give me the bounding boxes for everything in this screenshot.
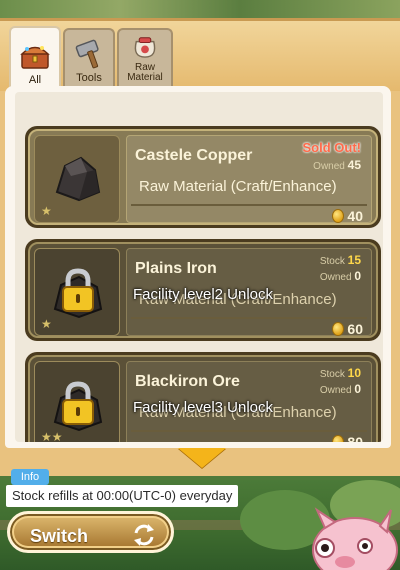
tab-tools[interactable]: Tools (63, 28, 115, 86)
hammer-icon (75, 39, 99, 69)
info-tag: Info (11, 469, 49, 485)
list-item-castele-copper[interactable]: ★ Castele Copper Sold Out! Owned 45 Raw … (25, 126, 381, 228)
pig-mascot-icon (312, 507, 398, 570)
stock-refill-info: Stock refills at 00:00(UTC-0) everyday (6, 485, 239, 507)
shop-panel: ★ Castele Copper Sold Out! Owned 45 Raw … (5, 86, 391, 448)
item-price: 60 (332, 321, 363, 336)
owned-count: Owned 0 (319, 269, 361, 283)
tab-raw-material[interactable]: Raw Material (117, 28, 173, 86)
stock-count: Stock 10 (319, 366, 361, 380)
tab-all[interactable]: All (9, 26, 61, 88)
item-icon-box: ★ (34, 135, 120, 223)
item-name: Castele Copper (135, 147, 253, 164)
owned-count: Owned 45 (313, 158, 361, 172)
tab-all-label: All (28, 74, 42, 86)
item-name: Blackiron Ore (135, 373, 240, 390)
unlock-requirement: Facility level2 Unlock (132, 286, 274, 303)
item-description: Raw Material (Craft/Enhance) (139, 178, 337, 195)
coin-icon (332, 435, 345, 442)
item-list[interactable]: ★ Castele Copper Sold Out! Owned 45 Raw … (15, 92, 383, 442)
sold-out-badge: Sold Out! (302, 140, 362, 155)
item-price: 40 (332, 208, 363, 223)
rarity-stars: ★ (41, 204, 52, 218)
item-name: Plains Iron (135, 260, 217, 277)
coin-icon (332, 322, 345, 336)
scroll-down-arrow-icon[interactable] (178, 448, 226, 468)
switch-button-label: Switch (30, 526, 89, 546)
tab-tools-label: Tools (76, 72, 102, 84)
rarity-stars: ★★ (41, 430, 63, 442)
list-item-blackiron-ore[interactable]: ★★ Blackiron Ore Stock 10 Owned 0 Raw Ma… (25, 352, 381, 442)
stock-count: Stock 15 (319, 253, 361, 267)
coin-icon (332, 209, 345, 223)
unlock-requirement: Facility level3 Unlock (132, 399, 274, 416)
treasure-chest-icon (20, 46, 50, 69)
tab-raw-material-label: Raw Material (127, 62, 163, 83)
material-bag-icon (134, 37, 156, 58)
owned-count: Owned 0 (319, 382, 361, 396)
rarity-stars: ★ (41, 317, 52, 331)
item-price: 80 (332, 434, 363, 442)
refresh-arrows-icon (134, 524, 154, 546)
list-item-plains-iron[interactable]: ★ Plains Iron Stock 15 Owned 0 Raw Mater… (25, 239, 381, 341)
switch-button[interactable]: Switch (7, 511, 174, 553)
